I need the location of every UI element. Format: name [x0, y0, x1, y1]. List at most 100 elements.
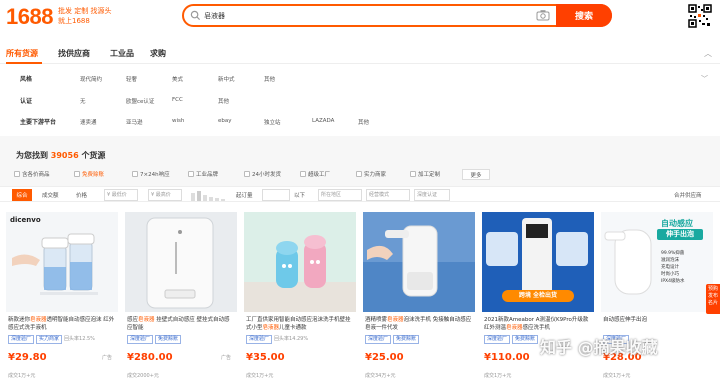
- business-model-select[interactable]: 经营模式: [366, 189, 410, 201]
- depth-cert-select[interactable]: 深度认证: [414, 189, 450, 201]
- search-input[interactable]: [204, 8, 524, 23]
- checkbox-filter[interactable]: 7×24h响应: [132, 170, 170, 178]
- checkbox-icon: [188, 171, 194, 177]
- location-select[interactable]: 所在地区: [318, 189, 362, 201]
- filter-option[interactable]: 无: [80, 97, 86, 105]
- search-button[interactable]: 搜索: [556, 4, 612, 27]
- product-title[interactable]: 工厂直供家用智能自动感应泡沫洗手机壁挂式小型皂液器儿童卡通款: [246, 316, 354, 332]
- checkbox-label: 免费赊账: [82, 172, 105, 178]
- filter-option[interactable]: 新中式: [218, 75, 235, 83]
- tag-badge: 深度验厂: [8, 335, 35, 344]
- product-tags: 深度验厂 回头率14.29%: [246, 334, 356, 344]
- filter-option[interactable]: 其他: [358, 118, 369, 126]
- product-image[interactable]: dicenvo: [6, 212, 118, 312]
- checkbox-filter[interactable]: 含各价商品: [14, 170, 50, 178]
- filter-option[interactable]: LAZADA: [312, 118, 334, 124]
- product-card[interactable]: 自动感应 伸手出泡 99.9%抑菌 滋润泡沫 充电设计 时尚小巧 IPX4级防水…: [601, 212, 713, 392]
- product-image[interactable]: [244, 212, 356, 312]
- result-count: 为您找到 39056 个货源: [16, 150, 105, 161]
- checkbox-icon: [356, 171, 362, 177]
- checkbox-label: 7×24h响应: [140, 172, 170, 178]
- tab-all-sources[interactable]: 所有货源: [6, 48, 38, 59]
- depth-cert-label: 深度认证: [417, 192, 438, 198]
- sort-by-price[interactable]: 价格: [76, 191, 87, 199]
- slogan-line1: 批发 定制 找源头: [58, 7, 112, 15]
- filter-option[interactable]: 亚马逊: [126, 118, 143, 126]
- filter-option[interactable]: 现代简约: [80, 75, 102, 83]
- sort-bar: 综合 成交额 价格 ¥ 最低价 ¥ 最高价 起订量 以下 所在地区 经营模式 深…: [0, 186, 720, 202]
- site-logo[interactable]: 1688: [6, 4, 53, 30]
- result-suffix: 个货源: [81, 151, 106, 160]
- tag-badge: 免费赊账: [512, 335, 539, 344]
- checkbox-label: 24小时发货: [252, 172, 281, 178]
- filter-option[interactable]: 独立站: [264, 118, 281, 126]
- product-card[interactable]: 酒精喷雾皂液器泡沫洗手机 免接触自动感应皂液一件代发 深度验厂 免费赊账 ¥25.…: [363, 212, 475, 392]
- result-prefix: 为您找到: [16, 151, 48, 160]
- checkbox-filter[interactable]: 加工定制: [410, 170, 440, 178]
- product-image[interactable]: 自动感应 伸手出泡 99.9%抑菌 滋润泡沫 充电设计 时尚小巧 IPX4级防水: [601, 212, 713, 312]
- camera-icon[interactable]: [536, 9, 550, 21]
- product-grid: dicenvo 新款迷你皂液器透明智能自动感应泡沫 红外感应式洗手液机 深度验厂…: [0, 212, 720, 392]
- product-title[interactable]: 新款迷你皂液器透明智能自动感应泡沫 红外感应式洗手液机: [8, 316, 116, 332]
- result-number: 39056: [50, 151, 79, 160]
- product-image[interactable]: [125, 212, 237, 312]
- checkbox-label: 超级工厂: [308, 172, 331, 178]
- moq-unit: 以下: [294, 193, 306, 199]
- sort-by-volume[interactable]: 成交额: [42, 191, 59, 199]
- ad-label: 广告: [101, 355, 112, 361]
- product-card[interactable]: dicenvo 新款迷你皂液器透明智能自动感应泡沫 红外感应式洗手液机 深度验厂…: [6, 212, 118, 392]
- foam-dispenser-image: [363, 212, 475, 312]
- price-min-input[interactable]: ¥ 最低价: [104, 189, 138, 201]
- product-card[interactable]: 工厂直供家用智能自动感应泡沫洗手机壁挂式小型皂液器儿童卡通款 深度验厂 回头率14…: [244, 212, 356, 392]
- more-filters-button[interactable]: 更多: [462, 169, 490, 180]
- product-title[interactable]: 感应皂液器 挂壁式自动感应 壁挂式自动感应智能: [127, 316, 235, 332]
- filter-label: 认证: [20, 98, 33, 105]
- filter-row-platform: 主要下游平台 速卖通 亚马逊 wish ebay 独立站 LAZADA 其他: [0, 113, 720, 133]
- moq-input[interactable]: [262, 189, 290, 201]
- sort-default[interactable]: 综合: [12, 189, 32, 201]
- filter-option[interactable]: 美式: [172, 75, 183, 83]
- product-title[interactable]: 自动感应伸手出泡: [603, 316, 711, 332]
- filter-option[interactable]: FCC: [172, 97, 183, 103]
- soap-dispenser-image: dicenvo: [6, 212, 118, 312]
- checkbox-label: 实力商家: [364, 172, 387, 178]
- tab-purchase[interactable]: 求购: [150, 48, 166, 59]
- product-price: ¥25.00: [365, 352, 404, 363]
- checkbox-label: 工业品牌: [196, 172, 219, 178]
- filter-option[interactable]: 轻奢: [126, 75, 137, 83]
- checkbox-filter[interactable]: 工业品牌: [188, 170, 218, 178]
- product-card[interactable]: 跨境 全检出货 2021新款Ameabor A测温仪K9Pro升级款红外测温皂液…: [482, 212, 594, 392]
- chevron-down-icon[interactable]: ﹀: [701, 74, 708, 84]
- product-image[interactable]: 跨境 全检出货: [482, 212, 594, 312]
- chevron-up-icon[interactable]: ︿: [704, 48, 712, 59]
- tag-badge: 深度验厂: [246, 335, 273, 344]
- checkbox-filter[interactable]: 超级工厂: [300, 170, 330, 178]
- tab-find-suppliers[interactable]: 找供应商: [58, 48, 90, 59]
- filter-option[interactable]: wish: [172, 118, 184, 124]
- service-filters: 含各价商品 免费赊账 7×24h响应 工业品牌 24小时发货 超级工厂 实力商家…: [0, 166, 720, 182]
- sales-volume: 成交2000+元: [127, 373, 159, 379]
- filter-option[interactable]: 欧盟ce认证: [126, 97, 154, 105]
- price-max-input[interactable]: ¥ 最高价: [148, 189, 182, 201]
- product-tags: 深度验厂 实力商家 回头率12.5%: [8, 334, 118, 344]
- tag-badge: 实力商家: [36, 335, 63, 344]
- overlay-badge: 跨境 全检出货: [502, 290, 574, 302]
- feature-title: 自动感应: [661, 219, 693, 228]
- feature-badge: 伸手出泡: [657, 229, 703, 240]
- filter-option[interactable]: 其他: [218, 97, 229, 105]
- filter-option[interactable]: 其他: [264, 75, 275, 83]
- product-title[interactable]: 酒精喷雾皂液器泡沫洗手机 免接触自动感应皂液一件代发: [365, 316, 473, 332]
- tab-industrial[interactable]: 工业品: [110, 48, 134, 59]
- side-float-button[interactable]: 预购 发布 名片: [706, 284, 720, 314]
- filter-option[interactable]: ebay: [218, 118, 232, 124]
- tag-badge: 免费赊账: [393, 335, 420, 344]
- product-card[interactable]: 感应皂液器 挂壁式自动感应 壁挂式自动感应智能 深度验厂 免费赊账 ¥280.00…: [125, 212, 237, 392]
- product-title[interactable]: 2021新款Ameabor A测温仪K9Pro升级款红外测温皂液器感应洗手机: [484, 316, 592, 332]
- slogan: 批发 定制 找源头 就上1688: [58, 6, 118, 26]
- checkbox-filter[interactable]: 24小时发货: [244, 170, 281, 178]
- filter-option[interactable]: 速卖通: [80, 118, 97, 126]
- checkbox-filter[interactable]: 免费赊账: [74, 170, 104, 178]
- merge-suppliers-toggle[interactable]: 合并供应商: [674, 191, 702, 199]
- checkbox-filter[interactable]: 实力商家: [356, 170, 386, 178]
- product-image[interactable]: [363, 212, 475, 312]
